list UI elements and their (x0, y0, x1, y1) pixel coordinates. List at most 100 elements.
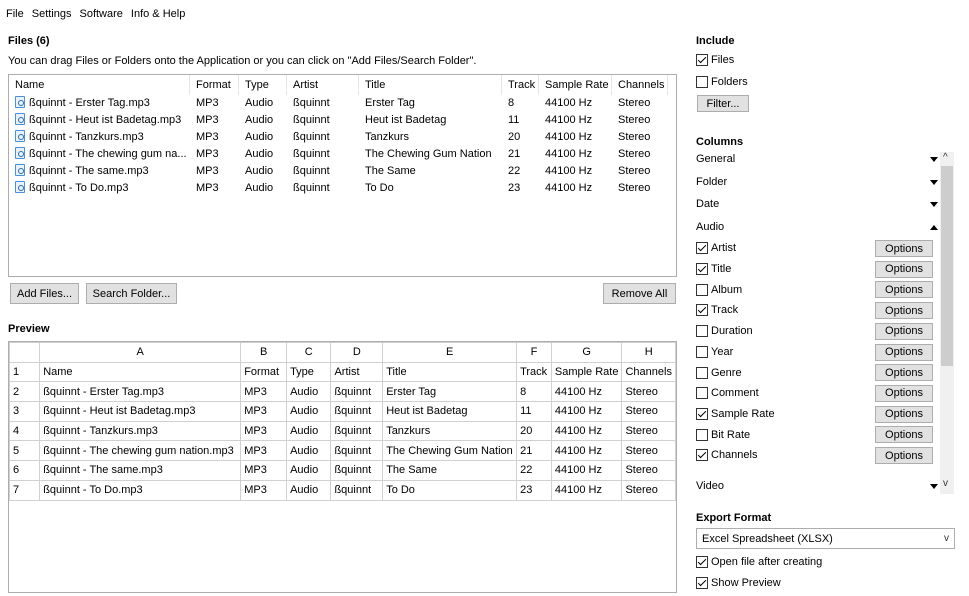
col-header-name[interactable]: Name (9, 75, 190, 95)
cell-text: 44100 Hz (545, 97, 593, 109)
menu-software[interactable]: Software (77, 8, 128, 20)
row-number: 1 (9, 361, 41, 383)
column-checkbox-label: Year (711, 345, 734, 358)
grid-cell: MP3 (240, 440, 288, 462)
search-folder-button[interactable]: Search Folder... (86, 283, 177, 304)
cell-format: MP3 (190, 180, 239, 197)
options-button[interactable]: Options (875, 260, 933, 278)
column-letter: B (240, 342, 288, 363)
category-video[interactable]: Video (696, 475, 938, 497)
columns-scrollbar[interactable]: ^ v (940, 152, 954, 494)
cell-text: ßquinnt (293, 165, 330, 177)
category-general[interactable]: General (696, 148, 938, 170)
cell-text: MP3 (196, 114, 219, 126)
grid-cell: Track (516, 361, 552, 383)
category-date[interactable]: Date (696, 193, 938, 215)
col-header-artist[interactable]: Artist (287, 75, 359, 95)
grid-cell: 11 (516, 401, 552, 422)
options-button[interactable]: Options (875, 240, 933, 257)
table-row[interactable]: ßquinnt - Erster Tag.mp3 MP3 Audio ßquinnt E… (9, 95, 676, 112)
options-button[interactable]: Options (875, 302, 933, 320)
options-button[interactable]: Options (875, 384, 933, 402)
options-button[interactable]: Options (875, 447, 933, 464)
include-folders-checkbox[interactable]: Folders (696, 76, 748, 88)
menu-settings[interactable]: Settings (30, 8, 78, 20)
table-row[interactable]: ßquinnt - Tanzkurs.mp3 MP3 Audio ßquinnt Tan… (9, 129, 676, 146)
options-button[interactable]: Options (875, 281, 933, 299)
options-button[interactable]: Options (875, 426, 933, 444)
options-button[interactable]: Options (875, 322, 933, 340)
category-folder[interactable]: Folder (696, 171, 938, 193)
cell-text: ßquinnt - To Do.mp3 (29, 182, 129, 194)
filter-button[interactable]: Filter... (697, 95, 749, 112)
cell-artist: ßquinnt (287, 163, 359, 180)
cell-text: Heut ist Badetag (365, 114, 447, 126)
grid-cell: ßquinnt - The same.mp3 (39, 460, 242, 481)
remove-all-button[interactable]: Remove All (603, 283, 676, 304)
scroll-thumb[interactable] (941, 166, 953, 366)
column-checkbox-label: Title (711, 263, 732, 276)
col-header-channels[interactable]: Channels (612, 75, 668, 95)
grid-cell: Title (382, 361, 518, 383)
grid-cell: ßquinnt - Tanzkurs.mp3 (39, 420, 242, 442)
expand-icon (930, 483, 938, 489)
cell-text: 20 (508, 131, 521, 143)
row-number: 6 (9, 460, 41, 481)
cell-text: 11 (508, 114, 520, 126)
add-files-button[interactable]: Add Files... (10, 283, 79, 304)
audio-file-icon (15, 147, 25, 159)
cell-format: MP3 (190, 112, 239, 129)
chevron-down-icon: v (944, 533, 949, 544)
grid-corner (9, 342, 41, 363)
grid-cell: MP3 (240, 381, 288, 403)
row-number: 7 (9, 479, 41, 501)
cell-text: The Chewing Gum Nation (365, 148, 492, 160)
table-row[interactable]: ßquinnt - The chewing gum na... MP3 Audio ß… (9, 146, 676, 163)
cell-sample-rate: 44100 Hz (539, 180, 612, 197)
include-files-checkbox[interactable]: Files (696, 54, 734, 66)
category-audio[interactable]: Audio (696, 216, 938, 238)
show-preview-checkbox[interactable]: Show Preview (696, 577, 781, 589)
options-button[interactable]: Options (875, 405, 933, 423)
col-header-track[interactable]: Track (502, 75, 539, 95)
cell-text: 44100 Hz (545, 131, 593, 143)
cell-text: ßquinnt - Tanzkurs.mp3 (29, 131, 144, 143)
options-button[interactable]: Options (875, 343, 933, 361)
cell-text: Audio (245, 131, 274, 143)
grid-cell: Stereo (621, 460, 676, 481)
cell-type: Audio (239, 180, 287, 197)
grid-cell: Audio (286, 420, 332, 442)
export-format-value: Excel Spreadsheet (XLSX) (702, 532, 833, 545)
cell-sample-rate: 44100 Hz (539, 163, 612, 180)
cell-text: Stereo (618, 165, 651, 177)
scroll-down-icon[interactable]: v (943, 478, 948, 489)
cell-text: Erster Tag (365, 97, 415, 109)
include-title: Include (696, 35, 735, 47)
col-header-sample-rate[interactable]: Sample Rate (539, 75, 612, 95)
export-format-select[interactable]: Excel Spreadsheet (XLSX) v (696, 528, 955, 549)
scroll-up-icon[interactable]: ^ (943, 152, 948, 163)
table-row[interactable]: ßquinnt - The same.mp3 MP3 Audio ßquinnt The… (9, 163, 676, 180)
file-list[interactable]: Name Format Type Artist Title Track Samp… (8, 74, 677, 277)
cell-channels: Stereo (612, 112, 668, 129)
col-header-type[interactable]: Type (239, 75, 287, 95)
grid-cell: 20 (516, 420, 552, 442)
table-row[interactable]: ßquinnt - Heut ist Badetag.mp3 MP3 Audio ßq… (9, 112, 676, 129)
cell-artist: ßquinnt (287, 95, 359, 112)
options-button[interactable]: Options (875, 364, 933, 382)
cell-channels: Stereo (612, 129, 668, 146)
menu-file[interactable]: File (4, 8, 30, 20)
cell-type: Audio (239, 146, 287, 163)
category-general-label: General (696, 153, 736, 165)
table-row[interactable]: ßquinnt - To Do.mp3 MP3 Audio ßquinnt To Do 2… (9, 180, 676, 197)
cell-title: To Do (359, 180, 502, 197)
cell-text: 44100 Hz (545, 148, 593, 160)
open-file-checkbox[interactable]: Open file after creating (696, 556, 822, 568)
grid-cell: Channels (621, 361, 676, 383)
grid-cell: MP3 (240, 460, 288, 481)
menu-info-help[interactable]: Info & Help (129, 8, 191, 20)
col-header-format[interactable]: Format (190, 75, 239, 95)
grid-cell: Sample Rate (550, 361, 623, 383)
row-number: 5 (9, 440, 41, 462)
col-header-title[interactable]: Title (359, 75, 502, 95)
